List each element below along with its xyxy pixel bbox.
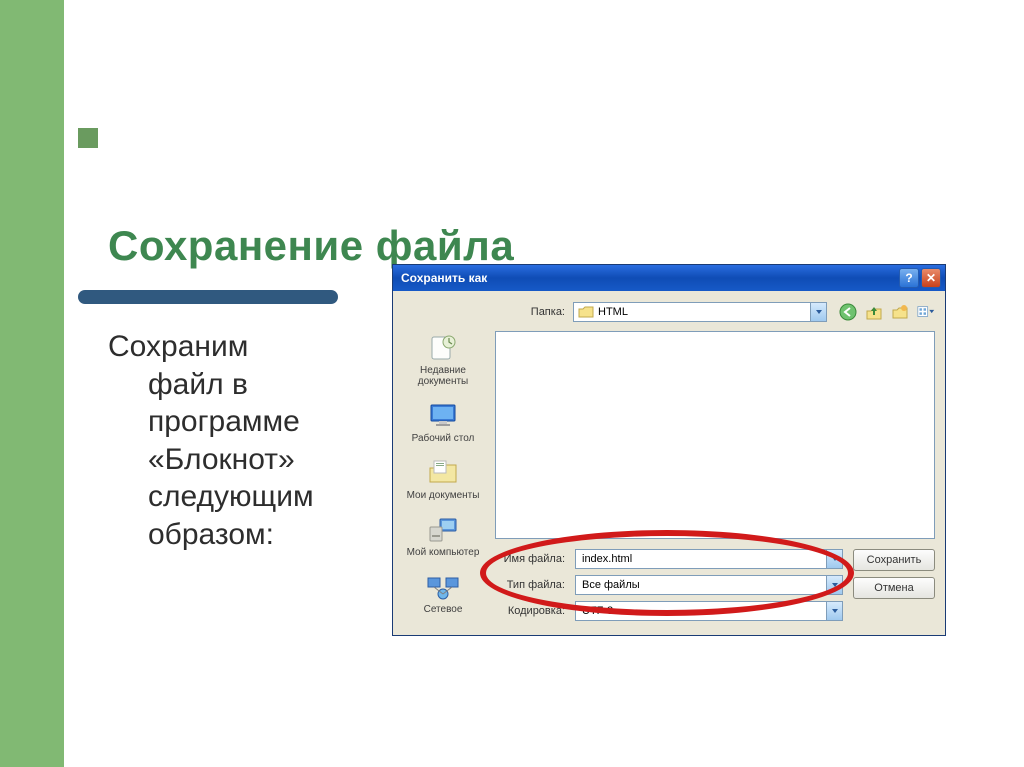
place-label: Мои документы <box>407 490 480 501</box>
place-label: Недавние документы <box>397 365 489 387</box>
folder-label: Папка: <box>495 306 565 318</box>
close-button[interactable]: ✕ <box>921 268 941 288</box>
slide-body-text: Сохраним файл в программе «Блокнот» след… <box>108 328 388 553</box>
views-button[interactable] <box>917 303 935 321</box>
file-list-pane[interactable] <box>495 331 935 539</box>
save-as-dialog: Сохранить как ? ✕ Недавние документы <box>392 264 946 636</box>
back-button[interactable] <box>839 303 857 321</box>
encoding-label: Кодировка: <box>495 605 565 617</box>
places-bar: Недавние документы Рабочий стол Мои доку… <box>397 299 489 621</box>
fields-column: Имя файла: index.html Тип файла: Все фай… <box>495 549 843 621</box>
network-icon <box>426 572 460 602</box>
encoding-row: Кодировка: UTF-8 <box>495 601 843 621</box>
cancel-button[interactable]: Отмена <box>853 577 935 599</box>
filename-input[interactable]: index.html <box>575 549 843 569</box>
body-first-word: Сохраним <box>108 330 248 363</box>
desktop-icon <box>426 401 460 431</box>
slide-title-underline <box>78 290 338 304</box>
filetype-row: Тип файла: Все файлы <box>495 575 843 595</box>
up-one-level-button[interactable] <box>865 303 883 321</box>
encoding-value: UTF-8 <box>582 605 613 617</box>
dialog-title: Сохранить как <box>401 271 487 285</box>
chevron-down-icon[interactable] <box>826 550 842 568</box>
dialog-titlebar[interactable]: Сохранить как ? ✕ <box>393 265 945 291</box>
folder-select[interactable]: HTML <box>573 302 827 322</box>
encoding-select[interactable]: UTF-8 <box>575 601 843 621</box>
slide-left-accent <box>0 0 64 767</box>
place-desktop[interactable]: Рабочий стол <box>397 397 489 450</box>
buttons-column: Сохранить Отмена <box>853 549 935 621</box>
close-icon: ✕ <box>926 271 936 285</box>
my-documents-icon <box>426 458 460 488</box>
place-recent-documents[interactable]: Недавние документы <box>397 329 489 393</box>
toolbar-nav-icons <box>835 303 935 321</box>
save-button[interactable]: Сохранить <box>853 549 935 571</box>
folder-value: HTML <box>598 306 628 318</box>
folder-icon <box>578 305 594 319</box>
place-label: Рабочий стол <box>412 433 475 444</box>
place-label: Мой компьютер <box>407 547 480 558</box>
place-label: Сетевое <box>424 604 463 615</box>
titlebar-buttons: ? ✕ <box>899 268 941 288</box>
filename-label: Имя файла: <box>495 553 565 565</box>
place-my-computer[interactable]: Мой компьютер <box>397 511 489 564</box>
new-folder-button[interactable] <box>891 303 909 321</box>
chevron-down-icon[interactable] <box>810 303 826 321</box>
my-computer-icon <box>426 515 460 545</box>
filetype-label: Тип файла: <box>495 579 565 591</box>
filename-row: Имя файла: index.html <box>495 549 843 569</box>
place-my-documents[interactable]: Мои документы <box>397 454 489 507</box>
filetype-select[interactable]: Все файлы <box>575 575 843 595</box>
bottom-rows: Имя файла: index.html Тип файла: Все фай… <box>495 549 935 621</box>
filename-value: index.html <box>582 553 632 565</box>
place-network[interactable]: Сетевое <box>397 568 489 621</box>
folder-row: Папка: HTML <box>495 299 935 325</box>
chevron-down-icon[interactable] <box>826 602 842 620</box>
body-rest: файл в программе «Блокнот» следующим обр… <box>108 366 388 554</box>
help-button[interactable]: ? <box>899 268 919 288</box>
slide-bullet-square <box>78 128 98 148</box>
filetype-value: Все файлы <box>582 579 640 591</box>
slide-title: Сохранение файла <box>108 222 514 270</box>
dialog-main-area: Папка: HTML <box>495 299 935 621</box>
presentation-slide: Сохранение файла Сохраним файл в програм… <box>0 0 1024 767</box>
chevron-down-icon[interactable] <box>826 576 842 594</box>
recent-documents-icon <box>426 333 460 363</box>
dialog-body: Недавние документы Рабочий стол Мои доку… <box>393 291 945 635</box>
help-icon: ? <box>905 271 912 285</box>
